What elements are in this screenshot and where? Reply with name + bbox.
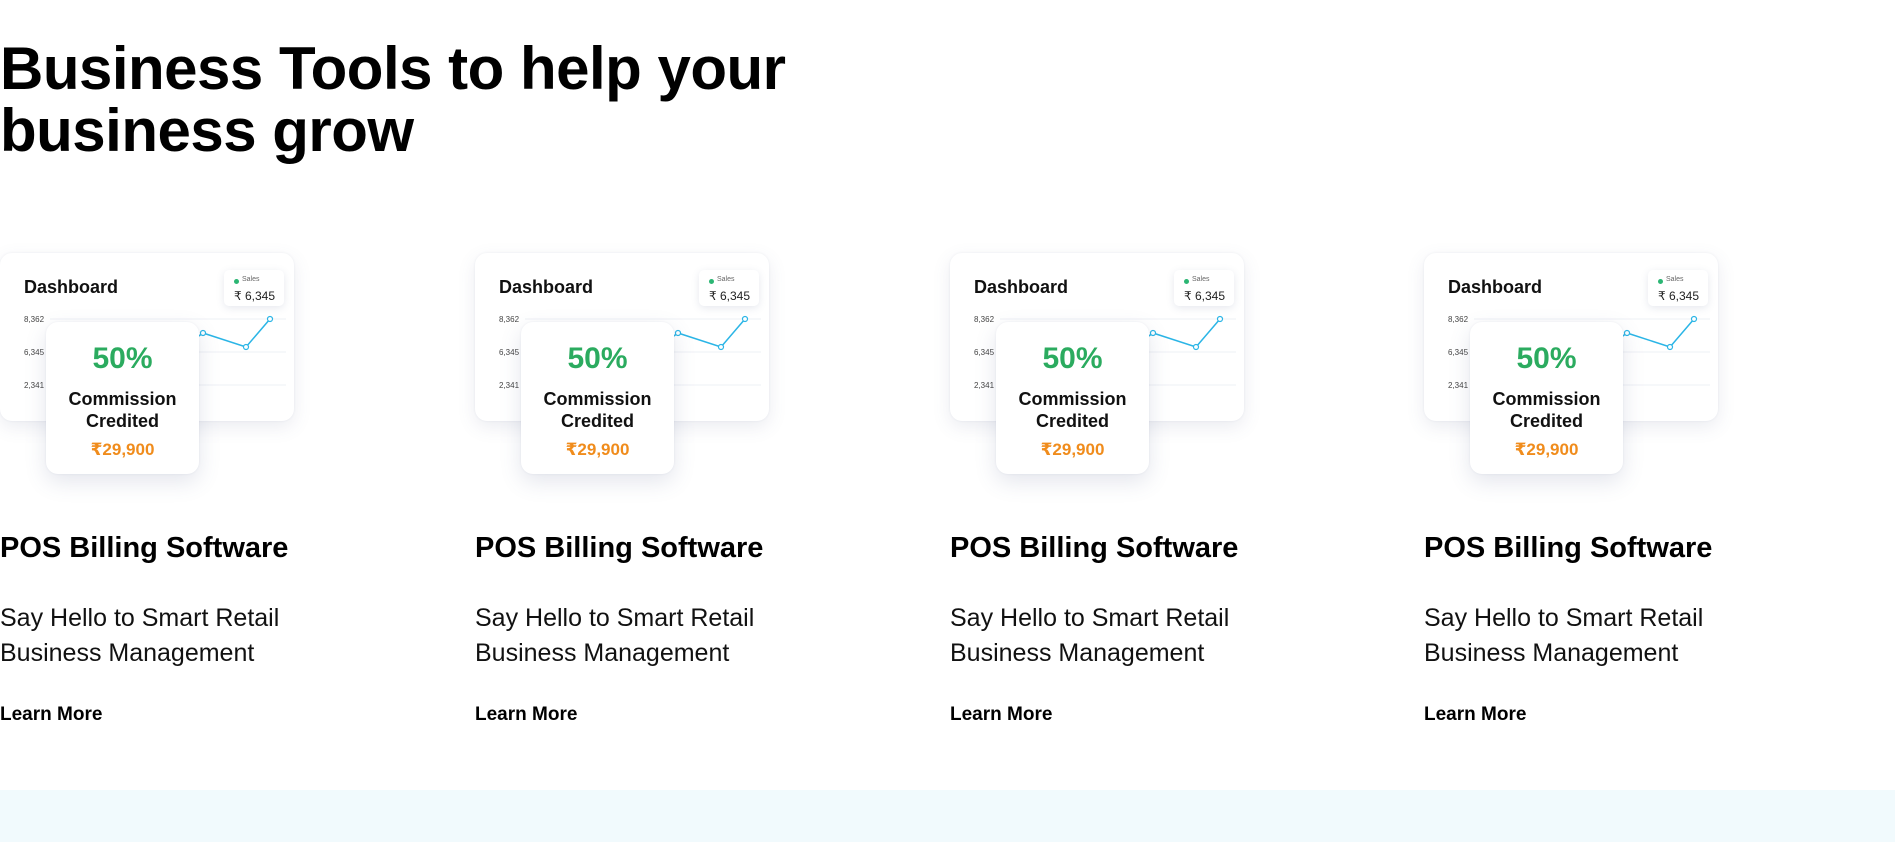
commission-amount: ₹29,900 [90, 440, 155, 459]
chart-point [1192, 343, 1200, 351]
commission-card: 50% Commission Credited ₹29,900 [996, 322, 1149, 474]
chart-point [1623, 329, 1631, 337]
dashboard-illustration: Dashboard Sales ₹ 6,345 8,362 6,345 2,34… [475, 250, 775, 480]
commission-label: Commission Credited [68, 389, 177, 431]
commission-card: 50% Commission Credited ₹29,900 [46, 322, 199, 474]
tool-card: Dashboard Sales ₹ 6,345 8,362 6,345 2,34… [1424, 250, 1784, 725]
card-description: Say Hello to Smart Retail Business Manag… [1424, 604, 1704, 667]
chart-point [1690, 315, 1698, 323]
card-title: POS Billing Software [950, 532, 1239, 564]
learn-more-link[interactable]: Learn More [950, 704, 1052, 726]
commission-label: Commission Credited [1018, 389, 1127, 431]
card-title: POS Billing Software [0, 532, 289, 564]
chart-point [242, 343, 250, 351]
chart-point [199, 329, 207, 337]
learn-more-link[interactable]: Learn More [0, 704, 102, 726]
card-title: POS Billing Software [1424, 532, 1713, 564]
commission-percent: 50% [1042, 342, 1103, 375]
commission-label: Commission Credited [1492, 389, 1601, 431]
commission-amount: ₹29,900 [1514, 440, 1579, 459]
chart-point [1666, 343, 1674, 351]
learn-more-link[interactable]: Learn More [475, 704, 577, 726]
learn-more-link[interactable]: Learn More [1424, 704, 1526, 726]
chart-point [674, 329, 682, 337]
sales-line [1619, 318, 1695, 348]
section-heading: Business Tools to help your business gro… [0, 35, 786, 164]
commission-label: Commission Credited [543, 389, 652, 431]
commission-percent: 50% [1516, 342, 1577, 375]
next-section-band [0, 790, 1895, 842]
tool-card: Dashboard Sales ₹ 6,345 8,362 6,345 2,34… [475, 250, 835, 725]
commission-amount: ₹29,900 [565, 440, 630, 459]
dashboard-illustration: Dashboard Sales ₹ 6,345 8,362 6,345 2,34… [950, 250, 1250, 480]
chart-point [1149, 329, 1157, 337]
commission-card: 50% Commission Credited ₹29,900 [521, 322, 674, 474]
card-description: Say Hello to Smart Retail Business Manag… [950, 604, 1230, 667]
dashboard-illustration: Dashboard Sales ₹ 6,345 8,362 6,345 2,34… [1424, 250, 1724, 480]
sales-line [670, 318, 746, 348]
card-title: POS Billing Software [475, 532, 764, 564]
tool-card: Dashboard Sales ₹ 6,345 8,362 6,345 2,34… [950, 250, 1310, 725]
commission-card: 50% Commission Credited ₹29,900 [1470, 322, 1623, 474]
dashboard-illustration: Dashboard Sales ₹ 6,345 8,362 6,345 2,34… [0, 250, 300, 480]
commission-amount: ₹29,900 [1040, 440, 1105, 459]
card-description: Say Hello to Smart Retail Business Manag… [0, 604, 280, 667]
sales-line [195, 318, 271, 348]
commission-percent: 50% [92, 342, 153, 375]
chart-point [741, 315, 749, 323]
chart-point [266, 315, 274, 323]
card-description: Say Hello to Smart Retail Business Manag… [475, 604, 755, 667]
tool-card: Dashboard Sales ₹ 6,345 8,362 6,345 2,34… [0, 250, 360, 725]
commission-percent: 50% [567, 342, 628, 375]
chart-point [717, 343, 725, 351]
page: Business Tools to help your business gro… [0, 0, 1895, 842]
sales-line [1145, 318, 1221, 348]
chart-point [1216, 315, 1224, 323]
